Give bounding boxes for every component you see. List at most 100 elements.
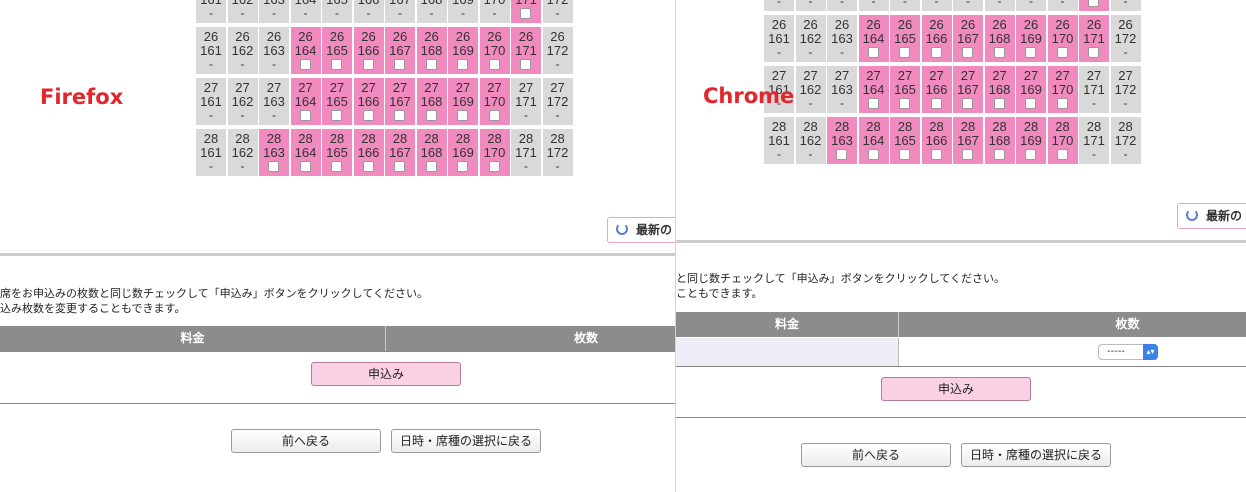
seat-checkbox[interactable] xyxy=(1088,0,1099,7)
seat-available[interactable]: 27 164 xyxy=(858,66,889,113)
seat-checkbox[interactable] xyxy=(930,149,942,160)
seat-available[interactable]: 26 170 xyxy=(1047,15,1078,62)
seat-available[interactable]: 28 167 xyxy=(385,129,415,176)
seat-checkbox[interactable] xyxy=(394,161,405,172)
seat-available[interactable]: 28 168 xyxy=(984,117,1015,164)
seat-checkbox[interactable] xyxy=(836,149,847,160)
seat-checkbox[interactable] xyxy=(899,149,910,160)
seat-available[interactable]: 28 164 xyxy=(290,129,321,176)
seat-checkbox[interactable] xyxy=(1056,98,1068,109)
seat-available[interactable]: 26 166 xyxy=(921,15,952,62)
seat-checkbox[interactable] xyxy=(488,59,500,70)
seat-available[interactable]: 28 170 xyxy=(479,129,510,176)
ticket-count-select[interactable]: ----- ▴▾ xyxy=(1098,344,1158,360)
seat-checkbox[interactable] xyxy=(362,59,374,70)
seat-checkbox[interactable] xyxy=(457,59,468,70)
seat-checkbox[interactable] xyxy=(488,161,500,172)
seat-checkbox[interactable] xyxy=(425,161,437,172)
seat-checkbox[interactable] xyxy=(962,149,973,160)
seat-checkbox[interactable] xyxy=(331,59,342,70)
seat-checkbox[interactable] xyxy=(867,149,879,160)
seat-available[interactable]: 27 170 xyxy=(1047,66,1078,113)
seat-available[interactable]: 26 171 xyxy=(1079,15,1109,62)
seat-checkbox[interactable] xyxy=(899,47,910,58)
seat-checkbox[interactable] xyxy=(394,110,405,121)
seat-available[interactable]: 28 170 xyxy=(1047,117,1078,164)
seat-checkbox[interactable] xyxy=(1025,149,1036,160)
seat-available[interactable]: 26 164 xyxy=(290,27,321,74)
seat-available[interactable]: 27 169 xyxy=(448,78,478,125)
back-to-datetime-button[interactable]: 日時・席種の選択に戻る xyxy=(961,443,1111,467)
seat-available[interactable]: 28 166 xyxy=(353,129,384,176)
seat-checkbox[interactable] xyxy=(299,59,311,70)
seat-available[interactable]: 28 164 xyxy=(858,117,889,164)
seat-checkbox[interactable] xyxy=(930,98,942,109)
seat-available[interactable]: 27 170 xyxy=(479,78,510,125)
seat-checkbox[interactable] xyxy=(993,47,1005,58)
seat-available[interactable]: 26 168 xyxy=(984,15,1015,62)
seat-checkbox[interactable] xyxy=(394,59,405,70)
seat-available[interactable]: 28 169 xyxy=(448,129,478,176)
seat-checkbox[interactable] xyxy=(520,8,531,19)
seat-available[interactable]: 28 169 xyxy=(1016,117,1046,164)
seat-available[interactable]: 26 165 xyxy=(890,15,920,62)
seat-checkbox[interactable] xyxy=(1025,98,1036,109)
seat-checkbox[interactable] xyxy=(867,47,879,58)
back-to-datetime-button[interactable]: 日時・席種の選択に戻る xyxy=(391,429,541,453)
seat-available[interactable]: 28 166 xyxy=(921,117,952,164)
seat-checkbox[interactable] xyxy=(457,110,468,121)
seat-available[interactable]: 28 163 xyxy=(827,117,857,164)
seat-available[interactable]: 27 167 xyxy=(953,66,983,113)
seat-checkbox[interactable] xyxy=(1088,47,1099,58)
seat-available[interactable]: 26 164 xyxy=(858,15,889,62)
seat-available[interactable]: 27 165 xyxy=(890,66,920,113)
seat-available[interactable]: 26 170 xyxy=(479,27,510,74)
seat-checkbox[interactable] xyxy=(457,161,468,172)
seat-available[interactable]: 27 168 xyxy=(984,66,1015,113)
back-button[interactable]: 前へ戻る xyxy=(801,443,951,467)
seat-available[interactable]: 26 165 xyxy=(322,27,352,74)
seat-checkbox[interactable] xyxy=(425,59,437,70)
seat-available[interactable]: 27 166 xyxy=(353,78,384,125)
refresh-button[interactable]: 最新の xyxy=(1177,203,1246,229)
seat-available[interactable]: 27 165 xyxy=(322,78,352,125)
seat-checkbox[interactable] xyxy=(268,161,279,172)
seat-available[interactable]: 28 165 xyxy=(322,129,352,176)
seat-checkbox[interactable] xyxy=(362,110,374,121)
seat-checkbox[interactable] xyxy=(993,149,1005,160)
seat-checkbox[interactable] xyxy=(299,110,311,121)
seat-available[interactable]: 26 167 xyxy=(385,27,415,74)
seat-available[interactable]: 27 164 xyxy=(290,78,321,125)
seat-available[interactable]: 26 166 xyxy=(353,27,384,74)
seat-checkbox[interactable] xyxy=(1025,47,1036,58)
seat-available[interactable]: 28 165 xyxy=(890,117,920,164)
seat-available[interactable]: 26 169 xyxy=(1016,15,1046,62)
seat-available[interactable]: 27 166 xyxy=(921,66,952,113)
seat-checkbox[interactable] xyxy=(488,110,500,121)
apply-button[interactable]: 申込み xyxy=(311,362,461,386)
back-button[interactable]: 前へ戻る xyxy=(231,429,381,453)
seat-checkbox[interactable] xyxy=(362,161,374,172)
seat-available[interactable]: 25171 xyxy=(511,0,541,23)
seat-available[interactable]: 26 169 xyxy=(448,27,478,74)
seat-checkbox[interactable] xyxy=(1056,149,1068,160)
seat-checkbox[interactable] xyxy=(962,47,973,58)
seat-available[interactable]: 25171 xyxy=(1079,0,1109,11)
seat-checkbox[interactable] xyxy=(331,110,342,121)
seat-available[interactable]: 27 169 xyxy=(1016,66,1046,113)
seat-checkbox[interactable] xyxy=(520,59,531,70)
seat-available[interactable]: 28 163 xyxy=(259,129,289,176)
seat-checkbox[interactable] xyxy=(899,98,910,109)
seat-checkbox[interactable] xyxy=(993,98,1005,109)
seat-checkbox[interactable] xyxy=(425,110,437,121)
seat-checkbox[interactable] xyxy=(1056,47,1068,58)
seat-checkbox[interactable] xyxy=(930,47,942,58)
seat-available[interactable]: 27 168 xyxy=(416,78,447,125)
seat-checkbox[interactable] xyxy=(331,161,342,172)
seat-available[interactable]: 27 167 xyxy=(385,78,415,125)
seat-available[interactable]: 26 171 xyxy=(511,27,541,74)
refresh-button[interactable]: 最新の xyxy=(607,217,676,243)
seat-available[interactable]: 28 167 xyxy=(953,117,983,164)
seat-available[interactable]: 26 168 xyxy=(416,27,447,74)
seat-checkbox[interactable] xyxy=(867,98,879,109)
